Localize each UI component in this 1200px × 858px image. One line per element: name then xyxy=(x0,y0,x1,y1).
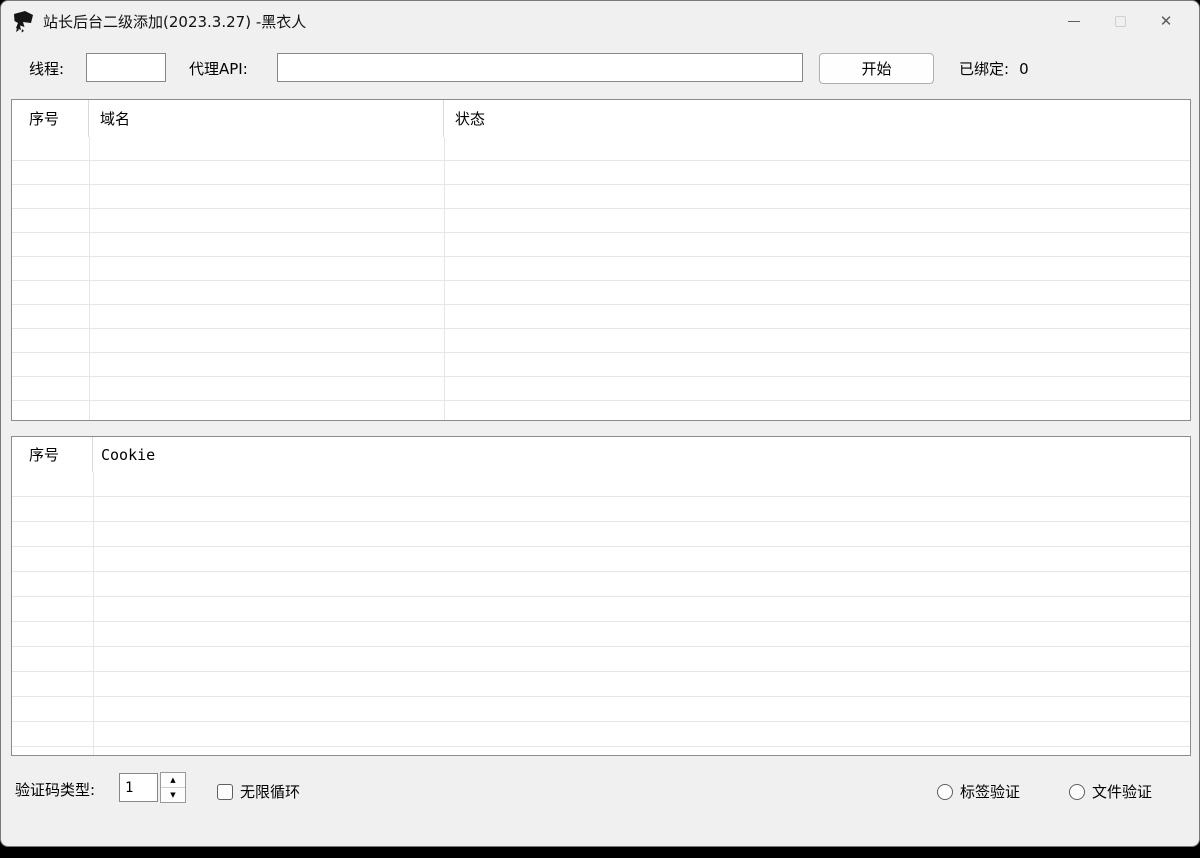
bound-label: 已绑定: xyxy=(959,60,1009,78)
radio-icon xyxy=(937,784,953,800)
app-window: 站长后台二级添加(2023.3.27) -黑衣人 ✕ 线程: 代理API: 开始… xyxy=(0,0,1200,847)
app-icon xyxy=(11,9,35,33)
domain-table-rows xyxy=(12,137,1190,420)
cookie-table-header-cookie[interactable]: Cookie xyxy=(93,437,1190,472)
maximize-icon xyxy=(1115,16,1126,27)
captcha-type-input[interactable] xyxy=(119,773,158,802)
domain-table: 序号 域名 状态 xyxy=(11,99,1191,421)
close-button[interactable]: ✕ xyxy=(1143,1,1189,41)
minimize-icon xyxy=(1068,21,1080,22)
window-controls: ✕ xyxy=(1051,1,1189,41)
cookie-table-rows xyxy=(12,472,1190,755)
maximize-button[interactable] xyxy=(1097,1,1143,41)
infinite-loop-label: 无限循环 xyxy=(240,781,300,802)
grid-vline xyxy=(444,137,445,420)
minimize-button[interactable] xyxy=(1051,1,1097,41)
domain-table-header-domain[interactable]: 域名 xyxy=(89,100,444,137)
captcha-type-stepper: ▲ ▼ xyxy=(160,772,186,803)
titlebar: 站长后台二级添加(2023.3.27) -黑衣人 ✕ xyxy=(1,1,1199,41)
domain-table-header: 序号 域名 状态 xyxy=(12,100,1190,137)
captcha-type-label: 验证码类型: xyxy=(15,782,95,798)
cookie-table: 序号 Cookie xyxy=(11,436,1191,756)
start-button[interactable]: 开始 xyxy=(819,53,934,84)
spinner-down-button[interactable]: ▼ xyxy=(161,788,185,802)
tag-verify-radio[interactable]: 标签验证 xyxy=(937,781,1020,802)
bound-status: 已绑定: 0 xyxy=(959,61,1029,77)
proxy-api-label: 代理API: xyxy=(189,61,248,77)
infinite-loop-checkbox[interactable]: 无限循环 xyxy=(217,781,300,802)
grid-vline xyxy=(89,137,90,420)
domain-table-header-status[interactable]: 状态 xyxy=(444,100,1190,137)
bound-count: 0 xyxy=(1019,60,1029,78)
domain-table-header-index[interactable]: 序号 xyxy=(12,100,89,137)
file-verify-radio[interactable]: 文件验证 xyxy=(1069,781,1152,802)
grid-vline xyxy=(93,472,94,755)
close-icon: ✕ xyxy=(1160,14,1173,29)
cookie-table-header: 序号 Cookie xyxy=(12,437,1190,472)
thread-label: 线程: xyxy=(29,61,64,77)
proxy-api-input[interactable] xyxy=(277,53,803,82)
radio-icon xyxy=(1069,784,1085,800)
thread-input[interactable] xyxy=(86,53,166,82)
window-title: 站长后台二级添加(2023.3.27) -黑衣人 xyxy=(43,11,306,32)
file-verify-label: 文件验证 xyxy=(1092,781,1152,802)
checkbox-icon xyxy=(217,784,233,800)
spinner-up-button[interactable]: ▲ xyxy=(161,773,185,788)
tag-verify-label: 标签验证 xyxy=(960,781,1020,802)
cookie-table-header-index[interactable]: 序号 xyxy=(12,437,93,472)
